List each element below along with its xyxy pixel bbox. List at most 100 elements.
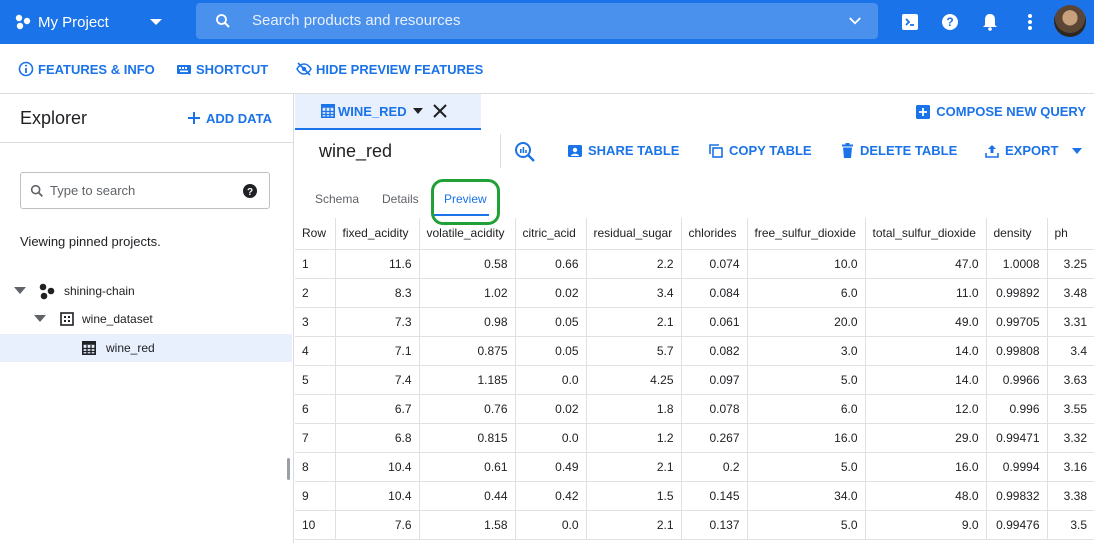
column-header[interactable]: free_sulfur_dioxide <box>746 218 866 250</box>
explorer-title: Explorer <box>20 108 88 128</box>
table-cell: 0.02 <box>514 277 587 308</box>
table-cell: 0.137 <box>680 509 748 540</box>
table-cell: 2 <box>295 277 336 308</box>
caret-down-icon[interactable] <box>412 108 423 114</box>
add-box-icon <box>916 104 931 119</box>
table-cell: 0.0 <box>514 364 587 395</box>
share-person-icon <box>568 144 582 157</box>
table-cell: 0.996 <box>985 393 1048 424</box>
table-cell: 6.8 <box>334 422 420 453</box>
table-cell: 0.05 <box>514 335 587 366</box>
tree-item-table[interactable]: wine_red <box>0 334 292 362</box>
main-panel: WINE_RED COMPOSE NEW QUERY wine_red SHAR… <box>295 94 1094 543</box>
explorer-search-input[interactable]: Type to search ? <box>20 172 270 209</box>
tab-schema[interactable]: Schema <box>315 192 359 206</box>
delete-icon <box>842 143 853 158</box>
table-cell: 0.05 <box>514 306 587 337</box>
features-info-button[interactable]: FEATURES & INFO <box>18 61 155 77</box>
chevron-down-icon[interactable] <box>846 12 864 30</box>
cloud-shell-icon[interactable] <box>899 11 921 33</box>
user-avatar[interactable] <box>1054 5 1086 37</box>
notifications-bell-icon[interactable] <box>979 11 1001 33</box>
table-cell: 3.16 <box>1046 451 1094 482</box>
column-header[interactable]: Row <box>295 218 336 250</box>
tree-item-dataset[interactable]: wine_dataset <box>0 305 292 333</box>
column-header[interactable]: total_sulfur_dioxide <box>864 218 987 250</box>
plus-icon <box>188 112 200 124</box>
table-title: wine_red <box>319 141 393 161</box>
caret-down-icon[interactable] <box>34 315 46 323</box>
project-selector[interactable]: My Project <box>14 0 163 44</box>
table-cell: 0.061 <box>680 306 748 337</box>
help-icon[interactable]: ? <box>242 183 258 199</box>
table-cell: 0.875 <box>418 335 516 366</box>
tree-item-label: wine_red <box>106 341 155 355</box>
table-cell: 2.1 <box>585 306 682 337</box>
table-cell: 3 <box>295 306 336 337</box>
table-cell: 3.4 <box>585 277 682 308</box>
table-cell: 9.0 <box>864 509 987 540</box>
help-icon[interactable]: ? <box>939 11 961 33</box>
tree-item-project[interactable]: shining-chain <box>0 277 292 305</box>
table-cell: 0.99808 <box>985 335 1048 366</box>
tab-label: WINE_RED <box>338 103 407 119</box>
table-cell: 11.0 <box>864 277 987 308</box>
global-search-input[interactable]: Search products and resources <box>196 3 878 39</box>
more-vert-icon[interactable] <box>1019 11 1041 33</box>
tab-details[interactable]: Details <box>382 192 419 206</box>
table-cell: 6.0 <box>746 393 866 424</box>
table-cell: 0.082 <box>680 335 748 366</box>
delete-table-button[interactable]: DELETE TABLE <box>841 143 957 158</box>
panel-resize-handle[interactable] <box>287 458 290 480</box>
column-header[interactable]: volatile_acidity <box>418 218 516 250</box>
tab-wine-red[interactable]: WINE_RED <box>295 94 481 130</box>
table-cell: 1.58 <box>418 509 516 540</box>
pinned-projects-text: Viewing pinned projects. <box>20 234 161 249</box>
search-placeholder: Search products and resources <box>252 12 461 29</box>
table-cell: 0.0 <box>514 509 587 540</box>
info-icon <box>18 61 34 77</box>
table-cell: 20.0 <box>746 306 866 337</box>
table-cell: 6.7 <box>334 393 420 424</box>
table-cell: 12.0 <box>864 393 987 424</box>
table-row: 2 8.3 1.02 0.02 3.4 0.084 6.0 11.0 0.99892 3.48 <box>295 277 1094 308</box>
query-table-icon[interactable] <box>514 141 536 163</box>
caret-down-icon[interactable] <box>14 287 26 295</box>
table-cell: 1.0008 <box>985 248 1048 279</box>
compose-new-query-button[interactable]: COMPOSE NEW QUERY <box>916 104 1086 119</box>
table-cell: 0.42 <box>514 480 587 511</box>
column-header[interactable]: ph <box>1046 218 1094 250</box>
column-header[interactable]: chlorides <box>680 218 748 250</box>
table-cell: 2.1 <box>585 451 682 482</box>
share-table-button[interactable]: SHARE TABLE <box>568 143 679 158</box>
share-table-label: SHARE TABLE <box>588 143 680 158</box>
shortcut-button[interactable]: SHORTCUT <box>176 61 268 77</box>
table-cell: 1.185 <box>418 364 516 395</box>
column-header[interactable]: fixed_acidity <box>334 218 420 250</box>
table-cell: 0.76 <box>418 393 516 424</box>
table-cell: 0.99705 <box>985 306 1048 337</box>
table-cell: 1 <box>295 248 336 279</box>
export-upload-icon <box>985 144 999 158</box>
table-row: 7 6.8 0.815 0.0 1.2 0.267 16.0 29.0 0.99471 3.32 <box>295 422 1094 453</box>
copy-table-button[interactable]: COPY TABLE <box>709 143 812 158</box>
hide-preview-features-button[interactable]: HIDE PREVIEW FEATURES <box>296 61 483 77</box>
table-row: 5 7.4 1.185 0.0 4.25 0.097 5.0 14.0 0.9966 3.63 <box>295 364 1094 395</box>
column-header[interactable]: citric_acid <box>514 218 587 250</box>
table-cell: 0.99892 <box>985 277 1048 308</box>
table-cell: 3.31 <box>1046 306 1094 337</box>
export-button[interactable]: EXPORT <box>985 143 1083 158</box>
table-cell: 0.267 <box>680 422 748 453</box>
export-label: EXPORT <box>1005 143 1059 158</box>
table-cell: 3.38 <box>1046 480 1094 511</box>
column-header[interactable]: density <box>985 218 1048 250</box>
table-cell: 0.815 <box>418 422 516 453</box>
table-cell: 5.0 <box>746 364 866 395</box>
table-cell: 5 <box>295 364 336 395</box>
dataset-icon <box>60 312 74 326</box>
table-cell: 0.9966 <box>985 364 1048 395</box>
add-data-button[interactable]: ADD DATA <box>186 110 272 126</box>
project-hub-icon <box>39 283 55 300</box>
close-icon[interactable] <box>432 104 447 118</box>
column-header[interactable]: residual_sugar <box>585 218 682 250</box>
